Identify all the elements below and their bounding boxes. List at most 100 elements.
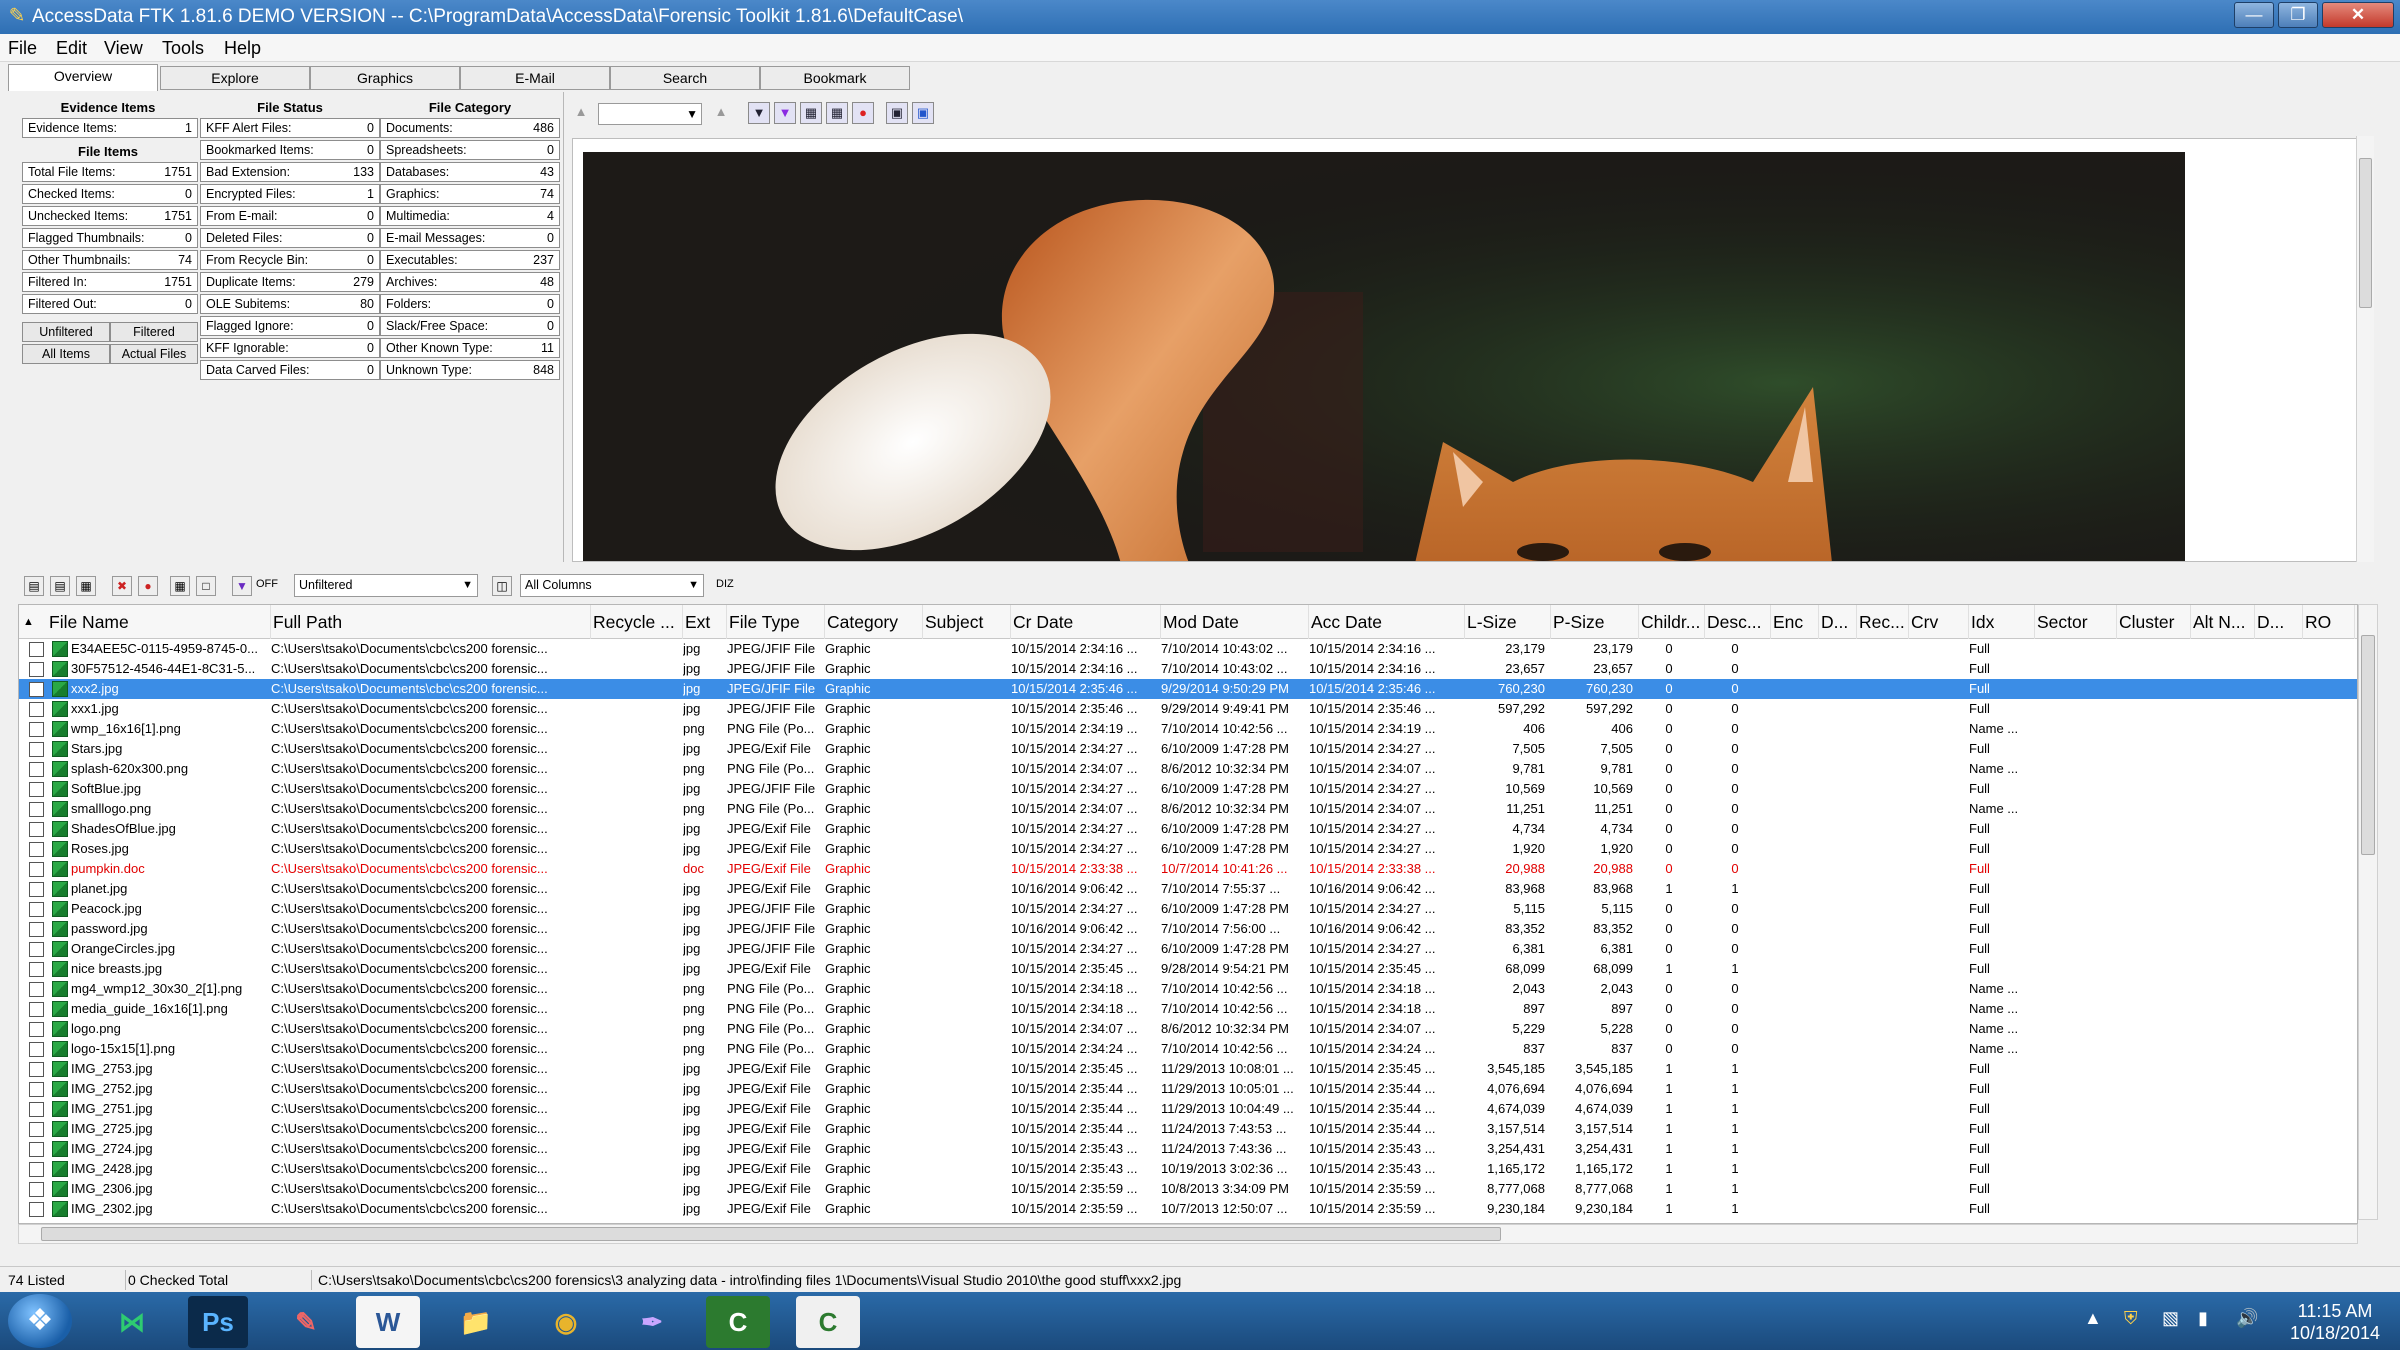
column-header[interactable]: RO bbox=[2303, 605, 2355, 639]
delete-icon[interactable]: ✖ bbox=[112, 576, 132, 596]
file-category-row[interactable]: Executables: 237 bbox=[380, 250, 560, 270]
column-header[interactable]: L-Size bbox=[1465, 605, 1551, 639]
row-checkbox[interactable] bbox=[29, 742, 44, 757]
system-clock[interactable]: 11:15 AM 10/18/2014 bbox=[2280, 1300, 2390, 1344]
file-status-row[interactable]: From E-mail: 0 bbox=[200, 206, 380, 226]
filter-bookmark-icon[interactable]: ▼ bbox=[774, 102, 796, 124]
file-items-row[interactable]: Checked Items: 0 bbox=[22, 184, 198, 204]
row-checkbox[interactable] bbox=[29, 702, 44, 717]
file-category-row[interactable]: Other Known Type: 11 bbox=[380, 338, 560, 358]
table-row[interactable]: E34AEE5C-0115-4959-8745-0... C:\Users\tsa… bbox=[19, 639, 2357, 659]
column-header[interactable]: Enc bbox=[1771, 605, 1819, 639]
row-checkbox[interactable] bbox=[29, 722, 44, 737]
menu-tools[interactable]: Tools bbox=[162, 38, 204, 59]
table-row[interactable]: IMG_2428.jpg C:\Users\tsako\Documents\cbc… bbox=[19, 1159, 2357, 1179]
list-view-icon[interactable]: ▦ bbox=[76, 576, 96, 596]
row-checkbox[interactable] bbox=[29, 922, 44, 937]
paint-icon[interactable]: ✎ bbox=[270, 1296, 342, 1348]
file-status-row[interactable]: OLE Subitems: 80 bbox=[200, 294, 380, 314]
device-icon[interactable]: ▧ bbox=[2162, 1308, 2179, 1329]
table-row[interactable]: IMG_2751.jpg C:\Users\tsako\Documents\cbc… bbox=[19, 1099, 2357, 1119]
uncheck-all-icon[interactable]: ▤ bbox=[50, 576, 70, 596]
table-row[interactable]: IMG_2752.jpg C:\Users\tsako\Documents\cbc… bbox=[19, 1079, 2357, 1099]
sort-ascending-icon[interactable]: ▲ bbox=[23, 605, 34, 639]
file-status-row[interactable]: Duplicate Items: 279 bbox=[200, 272, 380, 292]
column-header[interactable]: Idx bbox=[1969, 605, 2035, 639]
table-row[interactable]: IMG_2724.jpg C:\Users\tsako\Documents\cbc… bbox=[19, 1139, 2357, 1159]
file-category-row[interactable]: Spreadsheets: 0 bbox=[380, 140, 560, 160]
check-all-icon[interactable]: ▤ bbox=[24, 576, 44, 596]
row-checkbox[interactable] bbox=[29, 982, 44, 997]
evidence-items-row[interactable]: Evidence Items: 1 bbox=[22, 118, 198, 138]
row-checkbox[interactable] bbox=[29, 1202, 44, 1217]
viewer-scroll-thumb[interactable] bbox=[2359, 158, 2372, 308]
file-category-row[interactable]: Databases: 43 bbox=[380, 162, 560, 182]
table-vertical-scrollbar[interactable] bbox=[2358, 604, 2378, 1220]
table-scroll-thumb[interactable] bbox=[2361, 635, 2375, 855]
row-checkbox[interactable] bbox=[29, 642, 44, 657]
row-checkbox[interactable] bbox=[29, 1142, 44, 1157]
row-checkbox[interactable] bbox=[29, 822, 44, 837]
column-header[interactable]: Full Path bbox=[271, 605, 591, 639]
file-category-row[interactable]: Multimedia: 4 bbox=[380, 206, 560, 226]
file-status-row[interactable]: KFF Alert Files: 0 bbox=[200, 118, 380, 138]
file-items-row[interactable]: Filtered Out: 0 bbox=[22, 294, 198, 314]
start-button[interactable]: ❖ bbox=[8, 1294, 72, 1348]
file-status-row[interactable]: KFF Ignorable: 0 bbox=[200, 338, 380, 358]
table-hscroll-thumb[interactable] bbox=[41, 1227, 1501, 1241]
unfiltered-button[interactable]: Unfiltered bbox=[22, 322, 110, 342]
column-settings-icon[interactable]: ◫ bbox=[492, 576, 512, 596]
filtered-button[interactable]: Filtered bbox=[110, 322, 198, 342]
row-checkbox[interactable] bbox=[29, 1062, 44, 1077]
column-header[interactable]: Ext bbox=[683, 605, 727, 639]
remove-icon[interactable]: ● bbox=[138, 576, 158, 596]
tab-explore[interactable]: Explore bbox=[160, 66, 310, 90]
viewer-vertical-scrollbar[interactable] bbox=[2356, 136, 2374, 562]
row-checkbox[interactable] bbox=[29, 682, 44, 697]
table-row[interactable]: IMG_2302.jpg C:\Users\tsako\Documents\cbc… bbox=[19, 1199, 2357, 1219]
table-row[interactable]: 30F57512-4546-44E1-8C31-5... C:\Users\tsa… bbox=[19, 659, 2357, 679]
menu-view[interactable]: View bbox=[104, 38, 143, 59]
visual-studio-icon[interactable]: ⋈ bbox=[96, 1296, 168, 1348]
filter-toggle-icon[interactable]: ▼ bbox=[232, 576, 252, 596]
row-checkbox[interactable] bbox=[29, 1002, 44, 1017]
file-category-row[interactable]: Unknown Type: 848 bbox=[380, 360, 560, 380]
table-row[interactable]: ShadesOfBlue.jpg C:\Users\tsako\Documents… bbox=[19, 819, 2357, 839]
table-row[interactable]: Stars.jpg C:\Users\tsako\Documents\cbc\cs… bbox=[19, 739, 2357, 759]
row-checkbox[interactable] bbox=[29, 882, 44, 897]
tab-bookmark[interactable]: Bookmark bbox=[760, 66, 910, 90]
menu-edit[interactable]: Edit bbox=[56, 38, 87, 59]
security-shield-icon[interactable]: ⛨ bbox=[2124, 1308, 2138, 1329]
table-row[interactable]: SoftBlue.jpg C:\Users\tsako\Documents\cbc… bbox=[19, 779, 2357, 799]
table-row[interactable]: splash-620x300.png C:\Users\tsako\Documen… bbox=[19, 759, 2357, 779]
all-items-button[interactable]: All Items bbox=[22, 344, 110, 364]
row-checkbox[interactable] bbox=[29, 782, 44, 797]
file-category-row[interactable]: Slack/Free Space: 0 bbox=[380, 316, 560, 336]
viewer-search-combo[interactable]: ▼ bbox=[598, 103, 702, 125]
file-status-row[interactable]: Flagged Ignore: 0 bbox=[200, 316, 380, 336]
row-checkbox[interactable] bbox=[29, 1022, 44, 1037]
column-header[interactable]: D... bbox=[2255, 605, 2303, 639]
table-row[interactable]: IMG_2725.jpg C:\Users\tsako\Documents\cbc… bbox=[19, 1119, 2357, 1139]
column-header[interactable]: Category bbox=[825, 605, 923, 639]
file-category-row[interactable]: E-mail Messages: 0 bbox=[380, 228, 560, 248]
row-checkbox[interactable] bbox=[29, 962, 44, 977]
table-row[interactable]: smalllogo.png C:\Users\tsako\Documents\cb… bbox=[19, 799, 2357, 819]
chrome-icon[interactable]: ◉ bbox=[530, 1296, 602, 1348]
file-status-row[interactable]: Deleted Files: 0 bbox=[200, 228, 380, 248]
row-checkbox[interactable] bbox=[29, 1042, 44, 1057]
row-checkbox[interactable] bbox=[29, 1162, 44, 1177]
column-header[interactable]: Cluster bbox=[2117, 605, 2191, 639]
column-header[interactable]: Cr Date bbox=[1011, 605, 1161, 639]
row-checkbox[interactable] bbox=[29, 802, 44, 817]
row-checkbox[interactable] bbox=[29, 1122, 44, 1137]
filter-select[interactable]: Unfiltered ▼ bbox=[294, 574, 478, 597]
column-header[interactable]: Rec... bbox=[1857, 605, 1909, 639]
word-icon[interactable]: W bbox=[356, 1296, 420, 1348]
minimize-button[interactable]: — bbox=[2234, 2, 2274, 28]
file-status-row[interactable]: From Recycle Bin: 0 bbox=[200, 250, 380, 270]
camtasia-studio-icon[interactable]: C bbox=[796, 1296, 860, 1348]
volume-icon[interactable]: 🔊 bbox=[2236, 1308, 2258, 1329]
file-items-row[interactable]: Flagged Thumbnails: 0 bbox=[22, 228, 198, 248]
row-checkbox[interactable] bbox=[29, 1182, 44, 1197]
